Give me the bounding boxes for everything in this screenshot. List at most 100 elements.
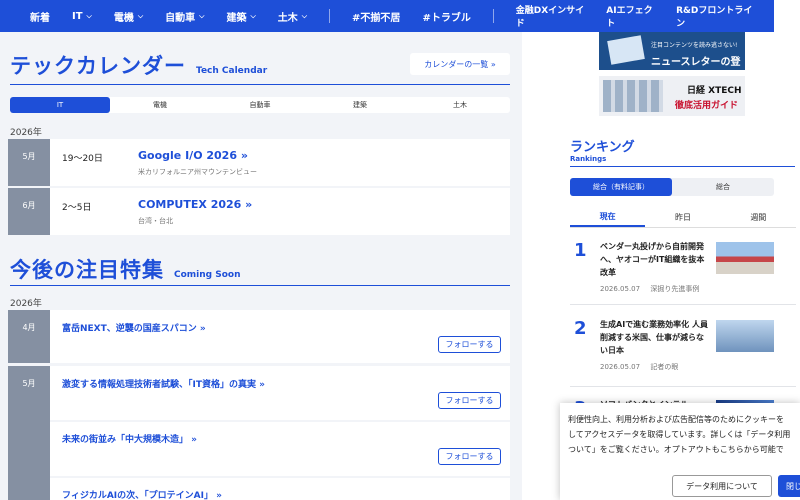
features-subtitle: Coming Soon bbox=[174, 270, 241, 280]
chevron-down-icon: ⌵ bbox=[250, 11, 256, 20]
xtech-logo: 日経 XTECH bbox=[687, 86, 742, 96]
nav-brand-rd[interactable]: R&Dフロントライン bbox=[676, 3, 756, 29]
row-divider bbox=[50, 420, 510, 422]
tab-it[interactable]: IT bbox=[10, 97, 110, 113]
features-underline bbox=[10, 285, 510, 286]
month-badge: 6月 bbox=[8, 188, 50, 235]
data-usage-button[interactable]: データ利用について bbox=[672, 475, 772, 497]
features-year: 2026年 bbox=[10, 299, 42, 309]
calendar-list-button[interactable]: カレンダーの一覧 » bbox=[410, 53, 510, 75]
rank-divider bbox=[570, 304, 796, 305]
guide-thumbnails bbox=[603, 80, 663, 112]
rank-headline[interactable]: ベンダー丸投げから自前開発へ、ヤオコーがIT組織を抜本改革 bbox=[600, 240, 710, 279]
feature-title[interactable]: 激変する情報処理技術者試験、「IT資格」の真実 » bbox=[62, 377, 265, 390]
nav-divider bbox=[329, 9, 331, 23]
tab-denki[interactable]: 電機 bbox=[110, 97, 210, 113]
event-date: 2〜5日 bbox=[62, 203, 92, 213]
feature-row[interactable]: 4月 富岳NEXT、逆襲の国産スパコン » フォローする bbox=[8, 310, 510, 363]
envelope-icon bbox=[607, 35, 645, 65]
newsletter-banner-tagline: 注目コンテンツを読み逃さない! bbox=[651, 42, 738, 49]
nav-divider bbox=[492, 9, 494, 23]
nav-item-new[interactable]: 新着 bbox=[30, 9, 50, 24]
ranking-item[interactable]: 1 ベンダー丸投げから自前開発へ、ヤオコーがIT組織を抜本改革 2026.05.… bbox=[570, 240, 796, 304]
event-date: 19〜20日 bbox=[62, 154, 103, 164]
feature-title[interactable]: 富岳NEXT、逆襲の国産スパコン » bbox=[62, 321, 206, 334]
rank-author: 記者の眼 bbox=[650, 363, 679, 371]
tab-paid-overall[interactable]: 総合（有料記事） bbox=[570, 178, 672, 196]
tab-car[interactable]: 自動車 bbox=[210, 97, 310, 113]
nav-tag-2[interactable]: #トラブル bbox=[422, 9, 470, 24]
nav-brand-kinyu[interactable]: 金融DXインサイド bbox=[516, 3, 589, 29]
month-badge: 5月 bbox=[8, 139, 50, 186]
ranking-item[interactable]: 2 生成AIで進む業務効率化 人員削減する米国、仕事が減らない日本 2026.0… bbox=[570, 318, 796, 382]
tab-kenchiku[interactable]: 建築 bbox=[310, 97, 410, 113]
event-place: 米カリフォルニア州マウンテンビュー bbox=[138, 168, 257, 176]
cookie-line: 利便性向上、利用分析および広告配信等のためにクッキーを bbox=[568, 415, 784, 424]
calendar-title: テックカレンダー bbox=[10, 54, 186, 78]
cookie-banner: 利便性向上、利用分析および広告配信等のためにクッキーを してアクセスデータを取得… bbox=[560, 403, 800, 500]
tab-doboku[interactable]: 土木 bbox=[410, 97, 510, 113]
rank-date: 2026.05.07 bbox=[600, 363, 641, 371]
nav-item-kenchiku[interactable]: 建築 ⌵ bbox=[226, 9, 255, 24]
rank-number: 1 bbox=[574, 240, 587, 261]
newsletter-banner[interactable]: 注目コンテンツを読み逃さない! ニュースレターの登録 » bbox=[599, 32, 745, 83]
close-cookie-button[interactable]: 閉じ bbox=[778, 475, 800, 497]
nav-label: IT bbox=[72, 10, 83, 22]
rank-meta: 2026.05.07 深掘り先進事例 bbox=[600, 284, 699, 294]
nav-item-doboku[interactable]: 土木 ⌵ bbox=[278, 9, 307, 24]
follow-button[interactable]: フォローする bbox=[438, 392, 501, 409]
chevron-down-icon: ⌵ bbox=[301, 11, 308, 20]
event-row[interactable]: 6月 2〜5日 COMPUTEX 2026 » 台湾・台北 bbox=[8, 188, 510, 235]
nav-item-car[interactable]: 自動車 ⌵ bbox=[165, 9, 204, 24]
tab-yesterday[interactable]: 昨日 bbox=[645, 208, 720, 227]
ranking-underline bbox=[570, 166, 795, 167]
tab-overall[interactable]: 総合 bbox=[672, 178, 774, 196]
nav-item-it[interactable]: IT ⌵ bbox=[72, 11, 92, 22]
nav-label: 建築 bbox=[226, 12, 247, 24]
event-title[interactable]: Google I/O 2026 » bbox=[138, 149, 248, 162]
feature-title[interactable]: フィジカルAIの次、「プロテインAI」 » bbox=[62, 488, 222, 500]
xtech-guide-banner[interactable]: 日経 XTECH 徹底活用ガイド bbox=[599, 76, 745, 116]
nav-label: 自動車 bbox=[165, 12, 196, 24]
nav-label: 電機 bbox=[113, 12, 134, 24]
rank-thumbnail[interactable] bbox=[716, 320, 774, 352]
xtech-guide-label: 徹底活用ガイド bbox=[675, 101, 739, 111]
top-nav: 新着 IT ⌵ 電機 ⌵ 自動車 ⌵ 建築 ⌵ 土木 ⌵ #不揃不居 #トラブル 金融DX… bbox=[0, 0, 774, 32]
chevron-down-icon: ⌵ bbox=[86, 11, 92, 20]
rank-thumbnail[interactable] bbox=[716, 242, 774, 274]
features-title: 今後の注目特集 bbox=[10, 258, 164, 282]
rank-meta: 2026.05.07 記者の眼 bbox=[600, 362, 678, 372]
cookie-line: ついて」をご覧ください。オプトアウトもこちらから可能で bbox=[568, 445, 784, 454]
month-badge: 5月 bbox=[8, 366, 50, 500]
ranking-period-tabs: 現在 昨日 週間 bbox=[570, 208, 796, 228]
main-column: テックカレンダー Tech Calendar カレンダーの一覧 » IT 電機 … bbox=[0, 32, 522, 500]
event-row[interactable]: 5月 19〜20日 Google I/O 2026 » 米カリフォルニア州マウン… bbox=[8, 139, 510, 186]
calendar-heading: テックカレンダー Tech Calendar bbox=[10, 50, 267, 80]
nav-item-denki[interactable]: 電機 ⌵ bbox=[114, 9, 143, 24]
rank-divider bbox=[570, 386, 796, 387]
chevron-down-icon: ⌵ bbox=[199, 11, 205, 20]
nav-label: 土木 bbox=[277, 12, 298, 24]
rank-headline[interactable]: 生成AIで進む業務効率化 人員削減する米国、仕事が減らない日本 bbox=[600, 318, 710, 357]
nav-brand-ai[interactable]: AIエフェクト bbox=[606, 3, 658, 29]
ranking-title: ランキング bbox=[570, 140, 635, 155]
month-badge: 4月 bbox=[8, 310, 50, 363]
rank-number: 2 bbox=[574, 318, 587, 339]
feature-title[interactable]: 未来の街並み「中大規模木造」 » bbox=[62, 432, 197, 445]
calendar-underline bbox=[10, 84, 510, 85]
tab-weekly[interactable]: 週間 bbox=[721, 208, 796, 227]
tab-now[interactable]: 現在 bbox=[570, 208, 646, 227]
chevron-down-icon: ⌵ bbox=[137, 11, 144, 20]
calendar-subtitle: Tech Calendar bbox=[196, 66, 268, 76]
calendar-category-tabs: IT 電機 自動車 建築 土木 bbox=[10, 97, 510, 113]
calendar-year: 2026年 bbox=[10, 128, 42, 138]
nav-tag-1[interactable]: #不揃不居 bbox=[352, 9, 400, 24]
cookie-message: 利便性向上、利用分析および広告配信等のためにクッキーを してアクセスデータを取得… bbox=[568, 412, 800, 457]
rank-date: 2026.05.07 bbox=[600, 285, 641, 293]
event-title[interactable]: COMPUTEX 2026 » bbox=[138, 198, 252, 211]
feature-group: 5月 激変する情報処理技術者試験、「IT資格」の真実 » フォローする 未来の街… bbox=[8, 366, 510, 500]
rank-author: 深掘り先進事例 bbox=[650, 285, 700, 293]
follow-button[interactable]: フォローする bbox=[438, 336, 501, 353]
follow-button[interactable]: フォローする bbox=[438, 448, 501, 465]
nav-label: 新着 bbox=[30, 12, 50, 24]
